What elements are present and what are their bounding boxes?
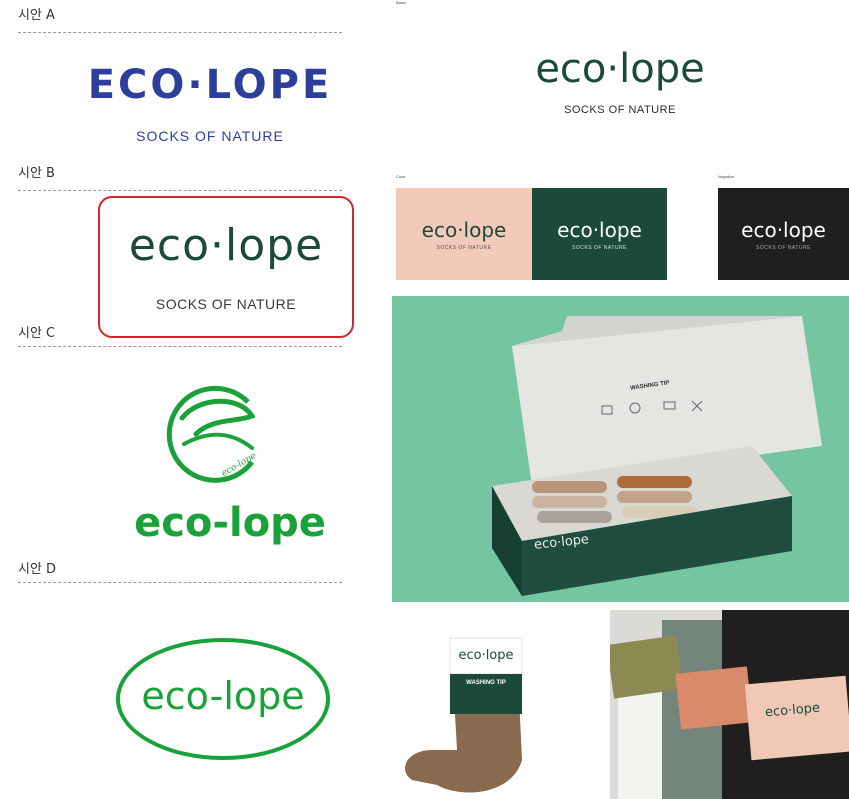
sock-illustration — [404, 637, 523, 793]
basic-tagline: SOCKS OF NATURE — [564, 104, 676, 116]
divider — [18, 190, 342, 191]
negative-logo: eco·lope — [741, 218, 826, 242]
color-pink-tagline: SOCKS OF NATURE — [436, 245, 492, 251]
option-d-logo: eco-lope — [141, 674, 305, 718]
color-green-logo: eco·lope — [557, 218, 642, 242]
option-d-label: 시안 D — [18, 562, 57, 577]
option-b-logo: eco·lope — [128, 220, 324, 271]
option-c-label: 시안 C — [18, 326, 56, 341]
option-a-tagline: SOCKS OF NATURE — [136, 128, 284, 144]
packaging-illustration — [492, 316, 822, 596]
sock-tag-photo — [392, 610, 602, 799]
leaf-emblem-icon — [166, 385, 256, 483]
basic-caption: Basic — [396, 0, 406, 5]
basic-logo: eco·lope — [535, 46, 705, 92]
option-a-logo: ECO·LOPE — [87, 62, 333, 108]
sock-tag-title: WASHING TIP — [466, 680, 506, 686]
option-c-logo: eco-lope — [134, 500, 326, 546]
sock-tag-logo: eco·lope — [458, 648, 514, 663]
negative-caption: Negative — [718, 174, 734, 179]
color-pink-logo: eco·lope — [421, 218, 507, 242]
color-caption: Color — [396, 174, 406, 179]
packaging-photo — [392, 296, 849, 602]
color-green-tagline: SOCKS OF NATURE — [572, 245, 627, 251]
divider — [18, 346, 342, 347]
divider — [18, 582, 342, 583]
option-b-label: 시안 B — [18, 166, 55, 181]
option-b-tagline: SOCKS OF NATURE — [155, 296, 297, 312]
option-a-label: 시안 A — [18, 8, 55, 23]
divider — [18, 32, 342, 33]
negative-tagline: SOCKS OF NATURE — [756, 245, 811, 251]
